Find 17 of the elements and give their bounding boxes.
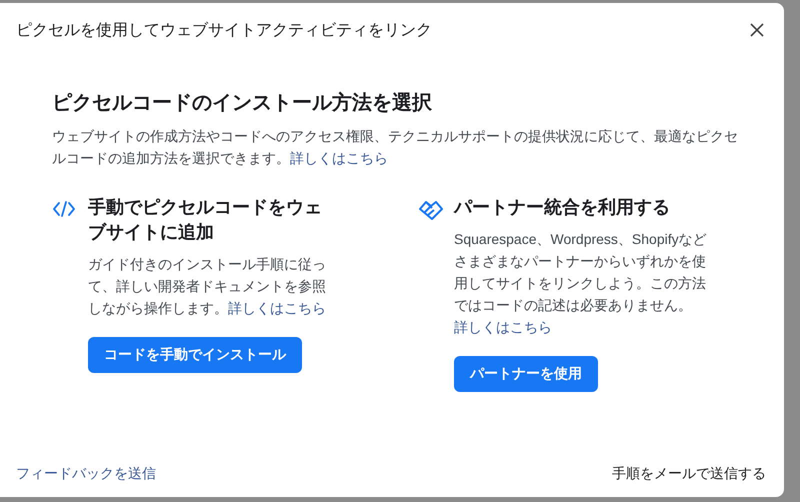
intro-text: ウェブサイトの作成方法やコードへのアクセス権限、テクニカルサポートの提供状況に応じて、最適なピクセルコードの追加方法を選択できます。詳しくはこちら: [52, 127, 739, 168]
option-description: ガイド付きのインストール手順に従って、詳しい開発者ドキュメントを参照しながら操作します。詳しくはこちら: [88, 255, 327, 318]
learn-more-link[interactable]: 詳しくはこちら: [290, 150, 388, 166]
feedback-link[interactable]: フィードバックを送信: [16, 465, 156, 483]
option-title: 手動でピクセルコードをウェブサイトに追加: [88, 196, 323, 244]
learn-more-link[interactable]: 詳しくはこちら: [228, 300, 326, 316]
code-icon: [52, 199, 76, 219]
email-instructions-link[interactable]: 手順をメールで送信する: [612, 465, 766, 483]
section-heading: ピクセルコードのインストール方法を選択: [52, 90, 433, 116]
handshake-icon: [418, 199, 444, 221]
install-code-button[interactable]: コードを手動でインストール: [88, 337, 302, 373]
learn-more-link[interactable]: 詳しくはこちら: [454, 319, 552, 335]
option-title: パートナー統合を利用する: [454, 196, 671, 219]
close-icon[interactable]: [748, 21, 766, 39]
option-description: Squarespace、Wordpress、Shopifyなどさまざまなパートナーからいずれかを使用してサイトをリンクしよう。この方法ではコードの記述は必要ありません。 詳しくはこちら: [454, 230, 708, 337]
dialog-title: ピクセルを使用してウェブサイトアクティビティをリンク: [16, 20, 432, 40]
use-partner-button[interactable]: パートナーを使用: [454, 356, 598, 392]
